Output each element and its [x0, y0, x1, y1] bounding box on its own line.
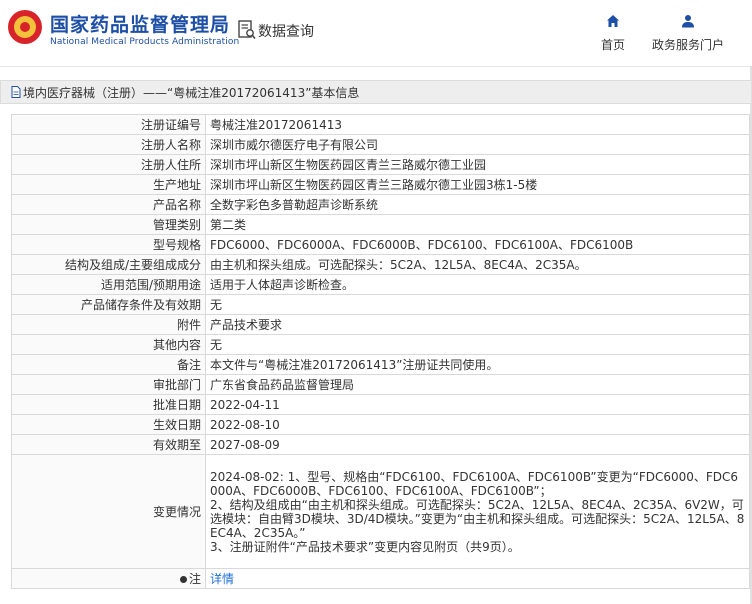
field-label: 注册人住所 [11, 154, 206, 175]
table-row: 型号规格 FDC6000、FDC6000A、FDC6000B、FDC6100、FD… [11, 234, 750, 255]
nav-home-label: 首页 [600, 38, 625, 52]
field-label: 产品名称 [11, 194, 206, 215]
device-info-table: 注册证编号 粤械注准20172061413 注册人名称 深圳市威尔德医疗电子有限公司注… [11, 114, 750, 589]
field-value: 广东省食品药品监督管理局 [205, 374, 750, 395]
breadcrumb: 境内医疗器械（注册）——“粤械注准20172061413”基本信息 [0, 80, 751, 104]
field-label: 型号规格 [11, 234, 206, 255]
field-label: 结构及组成/主要组成成分 [11, 254, 206, 275]
breadcrumb-title: 境内医疗器械（注册）——“粤械注准20172061413”基本信息 [23, 86, 360, 100]
change-history-line: 2024-08-02: 1、型号、规格由“FDC6100、FDC6100A、FD… [210, 469, 739, 498]
field-value: 无 [205, 334, 750, 355]
change-history-value: 2024-08-02: 1、型号、规格由“FDC6100、FDC6100A、FD… [205, 454, 750, 569]
field-value: 无 [205, 294, 750, 315]
home-icon [607, 15, 619, 27]
field-value: 2022-08-10 [205, 414, 750, 435]
field-value: 粤械注准20172061413 [205, 114, 750, 135]
table-row: 注册人名称 深圳市威尔德医疗电子有限公司 [11, 134, 750, 155]
field-label: 注册证编号 [11, 114, 206, 135]
field-label: 注册人名称 [11, 134, 206, 155]
field-label: 生效日期 [11, 414, 206, 435]
bullet-dot-icon [179, 575, 187, 583]
field-label: 其他内容 [11, 334, 206, 355]
site-header: 国家药品监督管理局 National Medical Products Admi… [0, 0, 752, 67]
field-value: 2022-04-11 [205, 394, 750, 415]
nav-home[interactable]: 首页 [598, 14, 628, 53]
table-row: 注册人住所 深圳市坪山新区生物医药园区青兰三路威尔德工业园 [11, 154, 750, 175]
field-label: 适用范围/预期用途 [11, 274, 206, 295]
table-row: 产品储存条件及有效期无 [11, 294, 750, 315]
field-label: 批准日期 [11, 394, 206, 415]
table-row: 附件 产品技术要求 [11, 314, 750, 335]
table-row: 产品名称 全数字彩色多普勒超声诊断系统 [11, 194, 750, 215]
note-label: 注 [188, 571, 201, 586]
brand-name-en: National Medical Products Administration [50, 37, 240, 47]
data-query-icon [238, 20, 256, 40]
table-row: 有效期至 2027-08-09 [11, 434, 750, 455]
field-value: 全数字彩色多普勒超声诊断系统 [205, 194, 750, 215]
field-label: 审批部门 [11, 374, 206, 395]
table-row: 管理类别 第二类 [11, 214, 750, 235]
field-value: 2027-08-09 [205, 434, 750, 455]
table-row: 适用范围/预期用途 适用于人体超声诊断检查。 [11, 274, 750, 295]
table-row: 注册证编号 粤械注准20172061413 [11, 114, 750, 135]
note-label-cell: 注 [11, 568, 206, 589]
info-rows: 注册证编号 粤械注准20172061413 注册人名称 深圳市威尔德医疗电子有限公司注… [11, 114, 750, 589]
field-value: FDC6000、FDC6000A、FDC6000B、FDC6100、FDC610… [205, 234, 750, 255]
field-value: 本文件与“粤械注准20172061413”注册证共同使用。 [205, 354, 750, 375]
field-label: 变更情况 [11, 454, 206, 569]
note-value: 详情 [205, 568, 750, 589]
field-label: 备注 [11, 354, 206, 375]
data-query-title: 数据查询 [258, 24, 314, 40]
change-history-line: 3、注册证附件“产品技术要求”变更内容见附页（共9页）。 [210, 539, 520, 554]
table-row-change-history: 变更情况 2024-08-02: 1、型号、规格由“FDC6100、FDC6100… [11, 454, 750, 569]
field-label: 有效期至 [11, 434, 206, 455]
field-value: 适用于人体超声诊断检查。 [205, 274, 750, 295]
field-value: 产品技术要求 [205, 314, 750, 335]
table-row: 审批部门 广东省食品药品监督管理局 [11, 374, 750, 395]
table-row: 批准日期 2022-04-11 [11, 394, 750, 415]
field-value: 由主机和探头组成。可选配探头：5C2A、12L5A、8EC4A、2C35A。 [205, 254, 750, 275]
field-value: 深圳市坪山新区生物医药园区青兰三路威尔德工业园3栋1-5楼 [205, 174, 750, 195]
table-row-note: 注详情 [11, 568, 750, 589]
nav-gov-service-label: 政务服务门户 [651, 38, 724, 52]
field-value: 深圳市威尔德医疗电子有限公司 [205, 134, 750, 155]
field-label: 生产地址 [11, 174, 206, 195]
user-icon [682, 15, 694, 28]
field-label: 附件 [11, 314, 206, 335]
table-row: 生产地址 深圳市坪山新区生物医药园区青兰三路威尔德工业园3栋1-5楼 [11, 174, 750, 195]
change-history-line: 2、结构及组成由“由主机和探头组成。可选配探头：5C2A、12L5A、8EC4A… [210, 497, 745, 540]
table-row: 结构及组成/主要组成成分 由主机和探头组成。可选配探头：5C2A、12L5A、8E… [11, 254, 750, 275]
details-link[interactable]: 详情 [210, 572, 234, 586]
field-label: 管理类别 [11, 214, 206, 235]
brand-name-cn: 国家药品监督管理局 [50, 14, 231, 36]
table-row: 备注 本文件与“粤械注准20172061413”注册证共同使用。 [11, 354, 750, 375]
field-value: 第二类 [205, 214, 750, 235]
table-row: 其他内容无 [11, 334, 750, 355]
field-value: 深圳市坪山新区生物医药园区青兰三路威尔德工业园 [205, 154, 750, 175]
nmpa-emblem-icon [8, 10, 42, 44]
table-row: 生效日期 2022-08-10 [11, 414, 750, 435]
nav-gov-service-portal[interactable]: 政务服务门户 [650, 14, 726, 53]
document-icon [11, 86, 21, 98]
field-label: 产品储存条件及有效期 [11, 294, 206, 315]
